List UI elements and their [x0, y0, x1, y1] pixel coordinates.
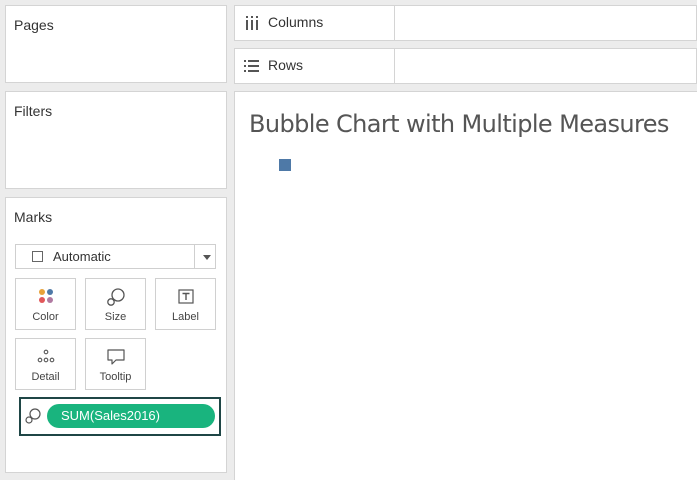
rows-shelf-header: Rows [235, 49, 395, 83]
marks-card: Marks Automatic Color Size Label Detail … [5, 197, 227, 473]
size-field-row: SUM(Sales2016) [19, 397, 221, 436]
marks-title: Marks [14, 209, 53, 225]
columns-icon [246, 16, 258, 30]
tooltip-button-label: Tooltip [99, 371, 132, 383]
view-area: Bubble Chart with Multiple Measures [234, 91, 697, 480]
size-button[interactable]: Size [85, 278, 146, 330]
label-button[interactable]: Label [155, 278, 216, 330]
sum-sales2016-pill[interactable]: SUM(Sales2016) [47, 404, 215, 428]
pages-card[interactable]: Pages [5, 5, 227, 83]
mark-type-value: Automatic [53, 249, 111, 264]
mark-type-icon [32, 251, 43, 262]
detail-button[interactable]: Detail [15, 338, 76, 390]
detail-button-label: Detail [31, 371, 60, 383]
size-icon [107, 288, 125, 306]
rows-icon [244, 60, 259, 72]
size-icon [25, 408, 41, 424]
label-icon [178, 289, 194, 304]
label-button-label: Label [172, 311, 199, 323]
dropdown-divider [194, 245, 195, 268]
detail-icon [37, 349, 55, 363]
bubble-mark[interactable] [279, 159, 291, 171]
view-title: Bubble Chart with Multiple Measures [249, 110, 669, 138]
rows-shelf[interactable]: Rows [234, 48, 697, 84]
color-button[interactable]: Color [15, 278, 76, 330]
columns-shelf-header: Columns [235, 6, 395, 40]
pages-title: Pages [14, 17, 54, 33]
rows-label: Rows [268, 57, 304, 73]
filters-card[interactable]: Filters [5, 91, 227, 189]
columns-label: Columns [268, 14, 324, 30]
tooltip-button[interactable]: Tooltip [85, 338, 146, 390]
filters-title: Filters [14, 103, 53, 119]
columns-shelf[interactable]: Columns [234, 5, 697, 41]
tooltip-icon [107, 349, 125, 365]
chevron-down-icon[interactable] [203, 255, 211, 260]
size-button-label: Size [104, 311, 127, 323]
color-dots-icon [39, 289, 53, 303]
mark-type-dropdown[interactable]: Automatic [15, 244, 216, 269]
color-button-label: Color [32, 311, 59, 323]
